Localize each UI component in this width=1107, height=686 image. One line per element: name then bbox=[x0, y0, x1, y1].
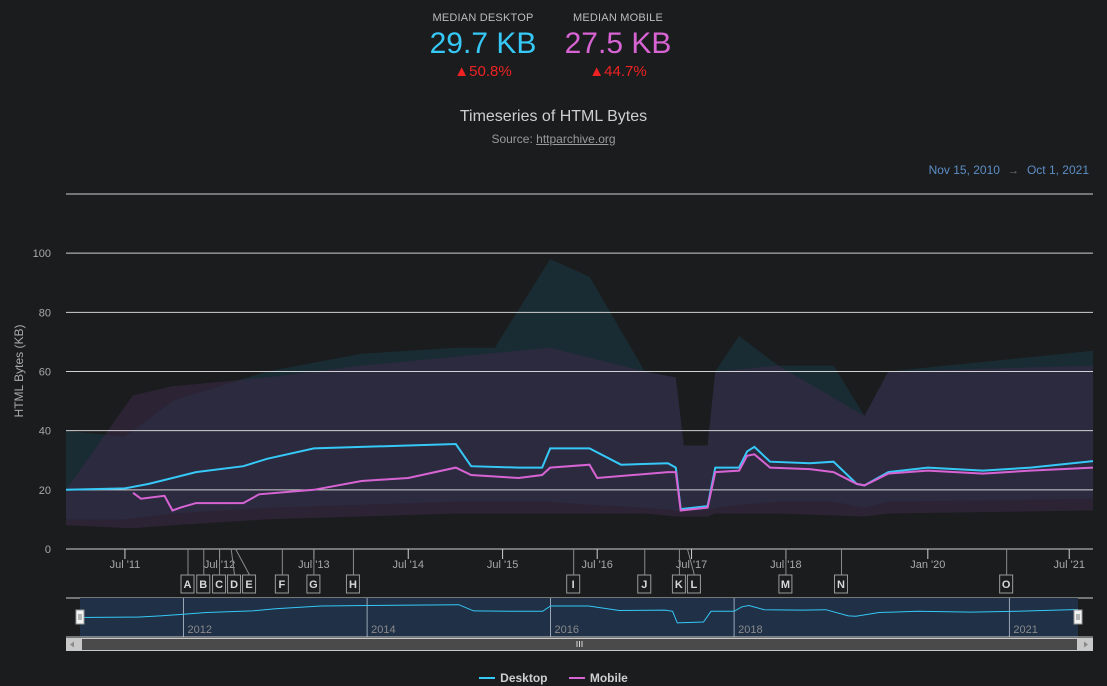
legend-label-desktop: Desktop bbox=[500, 671, 548, 685]
legend-item-desktop[interactable]: Desktop bbox=[479, 671, 548, 685]
navigator-selection bbox=[80, 598, 1078, 637]
annotation-label: G bbox=[309, 579, 318, 591]
navigator-label: 2016 bbox=[554, 624, 578, 636]
annotation-label: E bbox=[245, 579, 252, 591]
legend-label-mobile: Mobile bbox=[589, 671, 628, 685]
band-mobile bbox=[66, 347, 1093, 529]
y-tick-label: 40 bbox=[39, 426, 51, 438]
navigator-scrollbar[interactable] bbox=[66, 638, 1093, 651]
annotation-leader bbox=[235, 548, 250, 576]
annotation-label: A bbox=[184, 579, 192, 591]
annotation-label: N bbox=[837, 579, 845, 591]
annotation-label: H bbox=[349, 579, 357, 591]
navigator-handle-left[interactable] bbox=[75, 609, 85, 625]
annotation-label: O bbox=[1002, 579, 1011, 591]
annotation-label: D bbox=[230, 579, 238, 591]
chart-legend: Desktop Mobile bbox=[0, 668, 1107, 685]
handle-body bbox=[75, 609, 85, 625]
navigator-label: 2018 bbox=[738, 624, 762, 636]
annotation-label: J bbox=[641, 579, 647, 591]
y-tick-label: 20 bbox=[39, 485, 51, 497]
annotation-label: K bbox=[675, 579, 683, 591]
legend-swatch-mobile bbox=[568, 677, 585, 679]
annotation-label: C bbox=[215, 579, 223, 591]
navigator-label: 2021 bbox=[1013, 624, 1037, 636]
navigator-label: 2014 bbox=[371, 624, 395, 636]
legend-swatch-desktop bbox=[479, 677, 496, 679]
x-tick-label: Jul '11 bbox=[110, 559, 141, 571]
x-tick-label: Jul '16 bbox=[581, 559, 612, 571]
navigator-handle-right[interactable] bbox=[1073, 609, 1083, 625]
x-tick-label: Jul '14 bbox=[393, 559, 424, 571]
annotation-label: L bbox=[691, 579, 698, 591]
handle-body bbox=[1073, 609, 1083, 625]
x-tick-label: Jan '20 bbox=[910, 559, 945, 571]
legend-item-mobile[interactable]: Mobile bbox=[568, 671, 628, 685]
y-tick-label: 60 bbox=[39, 367, 51, 379]
navigator-label: 2012 bbox=[187, 624, 211, 636]
timeseries-chart: 020406080100Jul '11 Jul '12 Jul '13 Jul '14… bbox=[33, 193, 1094, 651]
x-tick-label: Jul '15 bbox=[487, 559, 518, 571]
y-tick-label: 100 bbox=[33, 248, 51, 260]
x-tick-label: Jul '21 bbox=[1053, 559, 1084, 571]
y-tick-label: 80 bbox=[39, 307, 51, 319]
annotation-label: I bbox=[572, 579, 575, 591]
annotation-label: F bbox=[278, 579, 285, 591]
y-tick-label: 0 bbox=[45, 544, 51, 556]
annotation-label: B bbox=[199, 579, 207, 591]
annotation-label: M bbox=[781, 579, 790, 591]
